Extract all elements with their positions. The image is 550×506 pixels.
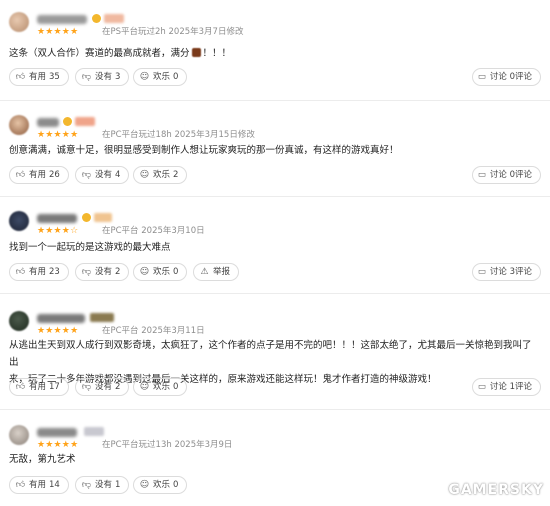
avatar[interactable] xyxy=(9,115,29,135)
thumbs-up-icon: 👍︎ xyxy=(15,480,26,490)
level-tag xyxy=(75,117,95,126)
smiley-icon: ☺ xyxy=(139,72,150,82)
smiley-icon: ☺ xyxy=(139,480,150,490)
chat-bubble-icon: ▭ xyxy=(477,170,486,180)
watermark: GAMERSKY xyxy=(448,482,544,498)
warning-icon: ⚠ xyxy=(200,267,209,277)
thumbs-down-icon: 👎︎ xyxy=(81,170,92,180)
discuss-button[interactable]: ▭ 讨论 0评论 xyxy=(471,166,541,184)
emoji-icon xyxy=(191,48,201,57)
review-meta: 在PC平台玩过13h 2025年3月9日 xyxy=(102,440,233,450)
review-feed: ★★★★★ 在PS平台玩过2h 2025年3月7日修改 这条（双人合作）赛道的最… xyxy=(0,0,550,506)
thumbs-down-icon: 👎︎ xyxy=(81,480,92,490)
thumbs-down-icon: 👎︎ xyxy=(81,267,92,277)
avatar[interactable] xyxy=(9,12,29,32)
funny-button[interactable]: ☺ 欢乐 0 xyxy=(133,68,188,86)
thumbs-up-icon: 👍︎ xyxy=(15,72,26,82)
funny-button[interactable]: ☺ 欢乐 0 xyxy=(133,476,188,494)
avatar[interactable] xyxy=(9,311,29,331)
report-button[interactable]: ⚠ 举报 xyxy=(193,263,240,281)
thumbs-down-icon: 👎︎ xyxy=(81,72,92,82)
discuss-button[interactable]: ▭ 讨论 0评论 xyxy=(471,68,541,86)
funny-button[interactable]: ☺ 欢乐 0 xyxy=(133,378,188,396)
thumbs-down-icon: 👎︎ xyxy=(81,382,92,392)
rating-stars: ★★★★★ xyxy=(37,326,79,336)
review-actions: 👍︎ 有用 26 👎︎ 没有 4 ☺ 欢乐 2 ▭ 讨论 0评论 xyxy=(9,166,541,184)
smiley-icon: ☺ xyxy=(139,267,150,277)
username-blurred[interactable] xyxy=(37,118,59,127)
not-useful-button[interactable]: 👎︎ 没有 2 xyxy=(75,378,130,396)
useful-button[interactable]: 👍︎ 有用 26 xyxy=(9,166,69,184)
funny-button[interactable]: ☺ 欢乐 2 xyxy=(133,166,188,184)
thumbs-up-icon: 👍︎ xyxy=(15,382,26,392)
level-tag xyxy=(90,313,114,322)
rating-stars: ★★★★★ xyxy=(37,130,79,140)
username-blurred[interactable] xyxy=(37,314,85,323)
review-meta: 在PC平台玩过18h 2025年3月15日修改 xyxy=(102,130,255,140)
review-actions: 👍︎ 有用 23 👎︎ 没有 2 ☺ 欢乐 0 ⚠ 举报 ▭ 讨论 3评论 xyxy=(9,263,541,281)
smiley-icon: ☺ xyxy=(139,170,150,180)
chat-bubble-icon: ▭ xyxy=(477,382,486,392)
username-blurred[interactable] xyxy=(37,214,77,223)
review-meta: 在PC平台 2025年3月10日 xyxy=(102,226,205,236)
divider xyxy=(0,100,550,101)
funny-button[interactable]: ☺ 欢乐 0 xyxy=(133,263,188,281)
review-text: 无敌，第九艺术 xyxy=(9,454,76,465)
useful-button[interactable]: 👍︎ 有用 14 xyxy=(9,476,69,494)
not-useful-button[interactable]: 👎︎ 没有 3 xyxy=(75,68,130,86)
chat-bubble-icon: ▭ xyxy=(477,72,486,82)
review-text: 找到一个一起玩的是这游戏的最大难点 xyxy=(9,242,171,253)
avatar[interactable] xyxy=(9,425,29,445)
discuss-button[interactable]: ▭ 讨论 1评论 xyxy=(471,378,541,396)
level-badge-icon xyxy=(63,117,72,126)
level-tag xyxy=(94,213,112,222)
rating-stars: ★★★★☆ xyxy=(37,226,79,236)
rating-stars: ★★★★★ xyxy=(37,27,79,37)
useful-button[interactable]: 👍︎ 有用 35 xyxy=(9,68,69,86)
divider xyxy=(0,409,550,410)
review-meta: 在PS平台玩过2h 2025年3月7日修改 xyxy=(102,27,244,37)
thumbs-up-icon: 👍︎ xyxy=(15,267,26,277)
username-blurred[interactable] xyxy=(37,428,77,437)
review-actions: 👍︎ 有用 35 👎︎ 没有 3 ☺ 欢乐 0 ▭ 讨论 0评论 xyxy=(9,68,541,86)
useful-button[interactable]: 👍︎ 有用 17 xyxy=(9,378,69,396)
username-blurred[interactable] xyxy=(37,15,87,24)
avatar[interactable] xyxy=(9,211,29,231)
level-tag xyxy=(84,427,104,436)
useful-button[interactable]: 👍︎ 有用 23 xyxy=(9,263,69,281)
review-actions: 👍︎ 有用 17 👎︎ 没有 2 ☺ 欢乐 0 ▭ 讨论 1评论 xyxy=(9,378,541,396)
not-useful-button[interactable]: 👎︎ 没有 1 xyxy=(75,476,130,494)
review-text: 创意满满，诚意十足，很明显感受到制作人想让玩家爽玩的那一份真诚，有这样的游戏真好… xyxy=(9,145,399,156)
smiley-icon: ☺ xyxy=(139,382,150,392)
divider xyxy=(0,293,550,294)
not-useful-button[interactable]: 👎︎ 没有 4 xyxy=(75,166,130,184)
level-badge-icon xyxy=(92,14,101,23)
not-useful-button[interactable]: 👎︎ 没有 2 xyxy=(75,263,130,281)
review-meta: 在PC平台 2025年3月11日 xyxy=(102,326,205,336)
chat-bubble-icon: ▭ xyxy=(477,267,486,277)
discuss-button[interactable]: ▭ 讨论 3评论 xyxy=(471,263,541,281)
level-tag xyxy=(104,14,124,23)
review-text: 这条（双人合作）赛道的最高成就者，满分！！！ xyxy=(9,48,232,59)
level-badge-icon xyxy=(82,213,91,222)
divider xyxy=(0,196,550,197)
thumbs-up-icon: 👍︎ xyxy=(15,170,26,180)
rating-stars: ★★★★★ xyxy=(37,440,79,450)
